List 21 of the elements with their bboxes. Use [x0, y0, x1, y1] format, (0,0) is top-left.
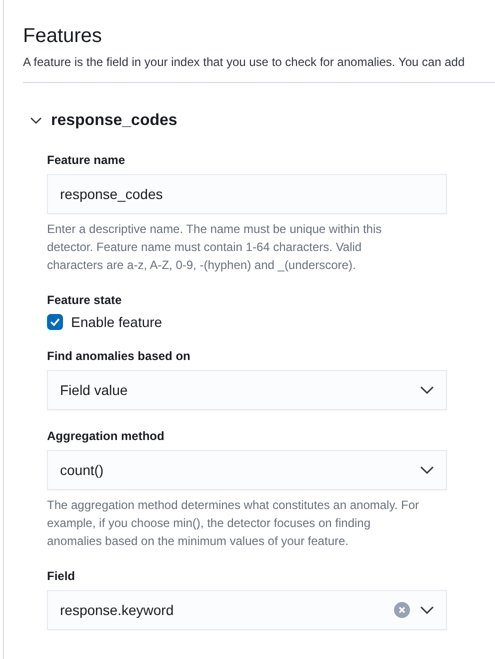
checkbox-label[interactable]: Enable feature [71, 314, 162, 330]
section-description: A feature is the field in your index that you use to check for anomalies. You can add [23, 54, 465, 70]
select-field[interactable]: count() [47, 450, 447, 490]
combo-box[interactable]: response.keyword [47, 590, 447, 630]
field-label: Find anomalies based on [47, 348, 192, 364]
clear-icon[interactable] [394, 602, 410, 618]
field-label: Feature name [47, 152, 126, 168]
checkbox[interactable] [47, 314, 63, 330]
caret-icon[interactable] [420, 386, 434, 394]
select-field[interactable]: Field value [47, 370, 447, 410]
help-text: Enter a descriptive name. The name must be unique within this detector. Feature name must contain 1-64 characters. Valid characters are a-z, A-Z, 0-9, -(hyphen) and _(underscore). [47, 221, 383, 274]
caret-icon[interactable] [420, 466, 434, 474]
help-text: The aggregation method determines what constitutes an anomaly. For example, if you choose min(), the detector focuses on finding anomalies based on the minimum values of your feature. [47, 497, 419, 550]
checkmark-icon [50, 318, 60, 326]
field-label: Feature state [47, 292, 123, 308]
section-title: Features [23, 24, 103, 48]
text-field[interactable]: response_codes [47, 174, 447, 214]
feature-title[interactable]: response_codes [51, 112, 178, 130]
field-label: Field [47, 568, 76, 584]
field-label: Aggregation method [47, 428, 166, 444]
caret-icon[interactable] [420, 606, 434, 614]
